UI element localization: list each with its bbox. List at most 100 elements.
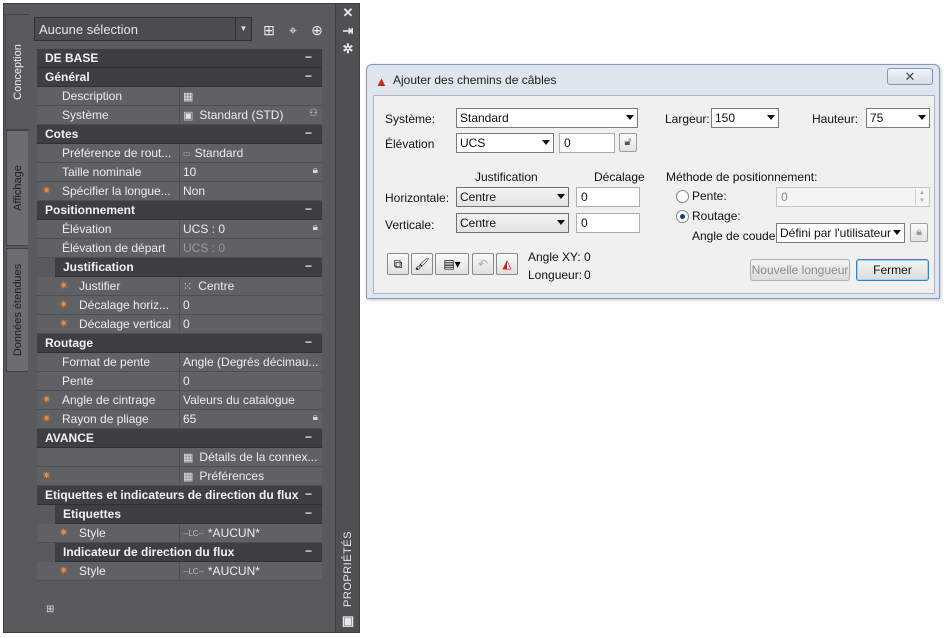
prop-preference-routage[interactable]: Préférence de rout... ▭ Standard <box>37 144 322 163</box>
angle-coude-select[interactable]: Défini par l'utilisateur <box>776 223 905 243</box>
pente-radio[interactable] <box>676 190 689 203</box>
systeme-select[interactable]: Standard <box>456 108 638 128</box>
prop-systeme[interactable]: Système ▣ Standard (STD) ⚇ <box>37 106 322 125</box>
collapse-icon[interactable]: − <box>305 50 312 64</box>
prop-pente[interactable]: Pente 0 <box>37 372 322 391</box>
verticale-label: Verticale: <box>385 218 435 232</box>
close-icon[interactable]: ✕ <box>340 6 356 20</box>
undo-icon: ↶ <box>472 253 494 275</box>
gear-icon[interactable]: ✲ <box>340 42 356 56</box>
justification-header: Justification <box>475 170 538 184</box>
style-menu-icon[interactable]: ▤▾ <box>435 253 469 275</box>
collapse-icon[interactable]: − <box>305 259 312 273</box>
horizontale-offset-input[interactable]: 0 <box>576 187 640 207</box>
tab-donnees-etendues[interactable]: Données étendues <box>6 248 28 372</box>
properties-palette: Conception Affichage Données étendues Au… <box>3 3 360 633</box>
prop-decalage-horizontal[interactable]: ✷ Décalage horiz... 0 <box>37 296 322 315</box>
elevation-select[interactable]: UCS <box>456 133 554 153</box>
methode-label: Méthode de positionnement: <box>666 170 818 184</box>
prop-elevation[interactable]: Élévation UCS : 0 🔒︎ <box>37 220 322 239</box>
section-header-positionnement[interactable]: Positionnement − <box>37 201 322 220</box>
section-header-etiquettes[interactable]: Etiquettes − <box>55 505 322 524</box>
section-header-indicateur[interactable]: Indicateur de direction du flux − <box>55 543 322 562</box>
section-header-avance[interactable]: AVANCE − <box>37 429 322 448</box>
collapse-icon[interactable]: − <box>305 544 312 558</box>
pente-label: Pente: <box>692 189 727 203</box>
required-asterisk-icon: ✷ <box>59 299 69 311</box>
chevron-down-icon <box>767 115 775 120</box>
horizontale-select[interactable]: Centre <box>456 187 569 207</box>
required-asterisk-icon: ✷ <box>59 318 69 330</box>
routage-radio[interactable] <box>676 210 689 223</box>
tab-affichage[interactable]: Affichage <box>6 130 28 246</box>
collapse-icon[interactable]: − <box>305 69 312 83</box>
tab-conception[interactable]: Conception <box>5 14 29 130</box>
autohide-icon[interactable]: ⇥ <box>340 24 356 38</box>
hauteur-label: Hauteur: <box>812 112 859 126</box>
compass-icon[interactable]: ◭ <box>496 253 518 275</box>
prop-taille-nominale[interactable]: Taille nominale 10 🔒︎ <box>37 163 322 182</box>
nouvelle-longueur-button[interactable]: Nouvelle longueur <box>750 259 850 281</box>
autocad-logo-icon: ▲ <box>375 74 388 89</box>
prop-justifier[interactable]: ✷ Justifier ⁙ Centre <box>37 277 322 296</box>
palette-menu-icon[interactable]: ▣ <box>340 614 356 628</box>
add-property-icon[interactable]: ⊞ <box>46 604 54 615</box>
selection-dropdown[interactable]: Aucune sélection ▼ <box>34 17 252 41</box>
prop-angle-cintrage[interactable]: ✷ Angle de cintrage Valeurs du catalogue <box>37 391 322 410</box>
dialog-title: ▲ Ajouter des chemins de câbles <box>375 73 557 89</box>
largeur-select[interactable]: 150 <box>711 108 779 128</box>
prop-description[interactable]: Description ▦ <box>37 87 322 106</box>
collapse-icon[interactable]: − <box>305 430 312 444</box>
section-header-etiquettes-indicateurs[interactable]: Etiquettes et indicateurs de direction d… <box>37 486 322 505</box>
prop-specifier-longueur[interactable]: ✷ Spécifier la longue... Non <box>37 182 322 201</box>
angle-xy-value: 0 <box>584 250 591 264</box>
palette-tabs: Conception Affichage Données étendues <box>4 4 29 632</box>
binoculars-icon[interactable]: ⚇ <box>309 108 318 119</box>
label-style-icon: --LC-- <box>183 567 204 576</box>
prop-preferences[interactable]: ✷ ▦ Préférences <box>37 467 322 486</box>
match-icon[interactable]: ⧉ <box>387 253 409 275</box>
section-header-cotes[interactable]: Cotes − <box>37 125 322 144</box>
prop-style-etiquette[interactable]: ✷ Style --LC-- *AUCUN* <box>37 524 322 543</box>
section-header-base[interactable]: DE BASE − <box>37 49 322 68</box>
lock-icon: 🔒︎ <box>910 223 928 242</box>
table-icon: ▦ <box>183 471 194 483</box>
section-header-routage[interactable]: Routage − <box>37 334 322 353</box>
elevation-input[interactable]: 0 <box>559 133 615 153</box>
prop-format-pente[interactable]: Format de pente Angle (Degrés décimau... <box>37 353 322 372</box>
pickadd-icon[interactable]: ⊕ <box>308 21 326 39</box>
prop-details-connexion[interactable]: ▦ Détails de la connex... <box>37 448 322 467</box>
collapse-icon[interactable]: − <box>305 506 312 520</box>
required-asterisk-icon: ✷ <box>42 470 52 482</box>
lock-icon[interactable]: 🔓︎ <box>619 133 637 152</box>
collapse-icon[interactable]: − <box>305 335 312 349</box>
collapse-icon[interactable]: − <box>305 126 312 140</box>
systeme-label: Système: <box>385 112 436 126</box>
prop-decalage-vertical[interactable]: ✷ Décalage vertical 0 <box>37 315 322 334</box>
angle-coude-label: Angle de coude: <box>692 229 779 243</box>
collapse-icon[interactable]: − <box>305 202 312 216</box>
brush-icon[interactable]: 🖌︎ <box>411 253 433 275</box>
property-grid: DE BASE − Général − Description ▦ Système ▣ S… <box>37 49 322 581</box>
label-style-icon: --LC-- <box>183 529 204 538</box>
collapse-icon[interactable]: − <box>305 487 312 501</box>
section-header-justification[interactable]: Justification − <box>55 258 322 277</box>
horizontale-label: Horizontale: <box>385 191 450 205</box>
lock-icon[interactable]: 🔒︎ <box>313 165 318 176</box>
close-button[interactable]: ✕ <box>887 68 933 85</box>
lock-icon[interactable]: 🔒︎ <box>313 222 318 233</box>
fermer-button[interactable]: Fermer <box>856 259 929 281</box>
lock-icon[interactable]: 🔒︎ <box>313 412 318 423</box>
prop-rayon-pliage[interactable]: ✷ Rayon de pliage 65 🔒︎ <box>37 410 322 429</box>
select-objects-icon[interactable]: ⌖ <box>284 21 302 39</box>
required-asterisk-icon: ✷ <box>42 413 52 425</box>
largeur-label: Largeur: <box>665 112 710 126</box>
section-header-general[interactable]: Général − <box>37 68 322 87</box>
longueur-value: 0 <box>584 268 591 282</box>
prop-style-indicateur[interactable]: ✷ Style --LC-- *AUCUN* <box>37 562 322 581</box>
chevron-down-icon <box>557 220 565 225</box>
verticale-select[interactable]: Centre <box>456 213 569 233</box>
quick-select-icon[interactable]: ⊞ <box>260 21 278 39</box>
verticale-offset-input[interactable]: 0 <box>576 213 640 233</box>
hauteur-select[interactable]: 75 <box>866 108 930 128</box>
